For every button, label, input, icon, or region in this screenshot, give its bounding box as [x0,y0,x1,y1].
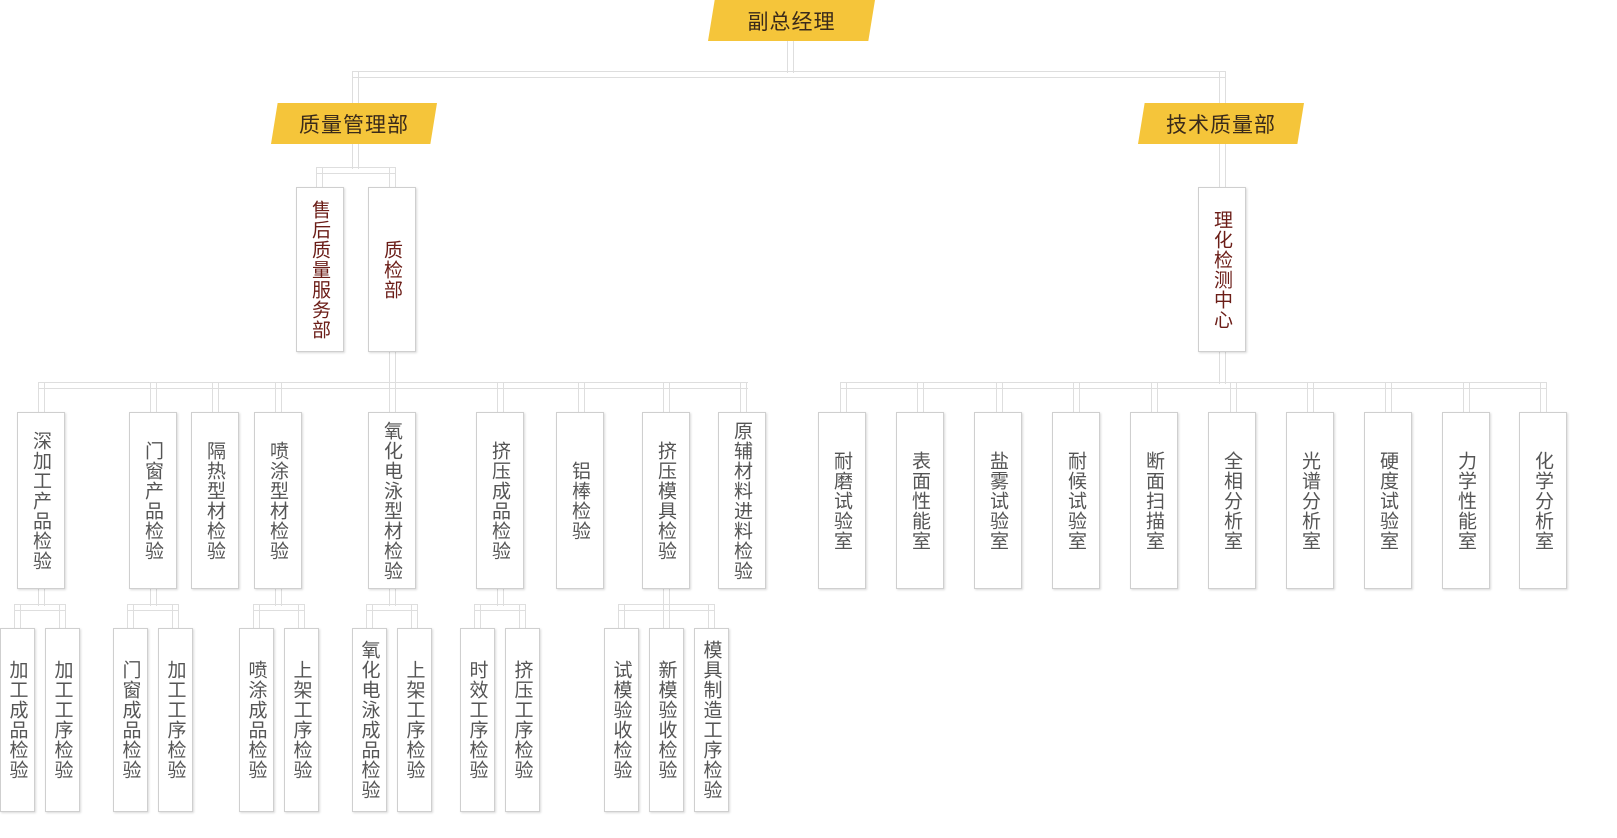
sub-unit-label: 上架工序检验 [403,660,426,780]
lab-center-label: 理化检测中心 [1211,209,1233,330]
lab-room-box: 全相分析室 [1208,412,1256,589]
unit-box: 隔热型材检验 [191,412,239,589]
sub-unit-label: 时效工序检验 [466,660,489,780]
sub-unit-box: 喷涂成品检验 [239,628,274,812]
sub-unit-label: 喷涂成品检验 [245,660,268,780]
node-inspection: 质检部 [368,187,416,352]
unit-label: 深加工产品检验 [30,430,52,571]
inspection-label: 质检部 [381,239,403,300]
unit-box: 挤压模具检验 [642,412,690,589]
lab-room-label: 耐磨试验室 [831,450,853,551]
sub-unit-label: 氧化电泳成品检验 [358,640,381,800]
lab-room-box: 力学性能室 [1442,412,1490,589]
lab-room-box: 化学分析室 [1519,412,1567,589]
sub-unit-label: 挤压工序检验 [511,660,534,780]
lab-room-box: 表面性能室 [896,412,944,589]
sub-unit-box: 加工工序检验 [45,628,80,812]
sub-unit-label: 新模验收检验 [655,660,678,780]
lab-room-box: 耐候试验室 [1052,412,1100,589]
dept-tech-label: 技术质量部 [1166,112,1276,137]
lab-room-label: 全相分析室 [1221,450,1243,551]
sub-unit-label: 门窗成品检验 [119,660,142,780]
lab-room-box: 耐磨试验室 [818,412,866,589]
sub-unit-box: 氧化电泳成品检验 [352,628,387,812]
node-lab-center: 理化检测中心 [1198,187,1246,352]
root-label: 副总经理 [747,9,836,34]
sub-unit-label: 加工工序检验 [51,660,74,780]
sub-unit-box: 门窗成品检验 [113,628,148,812]
unit-box: 原辅材料进料检验 [718,412,766,589]
sub-unit-box: 挤压工序检验 [505,628,540,812]
lab-room-label: 盐雾试验室 [987,450,1009,551]
root-node-deputy-gm: 副总经理 [708,0,875,41]
sub-unit-label: 加工工序检验 [164,660,187,780]
sub-unit-box: 试模验收检验 [604,628,639,812]
sub-unit-box: 加工工序检验 [158,628,193,812]
unit-label: 挤压模具检验 [655,440,677,561]
unit-label: 喷涂型材检验 [267,440,289,561]
sub-unit-label: 试模验收检验 [610,660,633,780]
unit-box: 深加工产品检验 [17,412,65,589]
unit-label: 挤压成品检验 [489,440,511,561]
sub-unit-box: 时效工序检验 [460,628,495,812]
lab-room-box: 光谱分析室 [1286,412,1334,589]
sub-unit-label: 上架工序检验 [290,660,313,780]
dept-quality-label: 质量管理部 [299,112,409,137]
sub-unit-box: 上架工序检验 [397,628,432,812]
unit-box: 喷涂型材检验 [254,412,302,589]
unit-box: 氧化电泳型材检验 [368,412,416,589]
sub-unit-box: 加工成品检验 [0,628,35,812]
sub-unit-label: 模具制造工序检验 [700,640,723,800]
node-after-sales: 售后质量服务部 [296,187,344,352]
lab-room-box: 硬度试验室 [1364,412,1412,589]
unit-label: 原辅材料进料检验 [731,420,753,581]
lab-room-label: 力学性能室 [1455,450,1477,551]
dept-tech-quality: 技术质量部 [1138,103,1304,144]
lab-room-label: 表面性能室 [909,450,931,551]
sub-unit-box: 新模验收检验 [649,628,684,812]
unit-box: 铝棒检验 [556,412,604,589]
lab-room-box: 盐雾试验室 [974,412,1022,589]
unit-box: 挤压成品检验 [476,412,524,589]
lab-room-label: 耐候试验室 [1065,450,1087,551]
lab-room-label: 硬度试验室 [1377,450,1399,551]
sub-unit-box: 模具制造工序检验 [694,628,729,812]
unit-box: 门窗产品检验 [129,412,177,589]
unit-label: 铝棒检验 [569,460,591,541]
unit-label: 隔热型材检验 [204,440,226,561]
unit-label: 氧化电泳型材检验 [381,420,403,581]
unit-label: 门窗产品检验 [142,440,164,561]
after-sales-label: 售后质量服务部 [309,199,331,340]
dept-quality-management: 质量管理部 [271,103,437,144]
lab-room-box: 断面扫描室 [1130,412,1178,589]
lab-room-label: 化学分析室 [1532,450,1554,551]
sub-unit-label: 加工成品检验 [6,660,29,780]
lab-room-label: 光谱分析室 [1299,450,1321,551]
sub-unit-box: 上架工序检验 [284,628,319,812]
lab-room-label: 断面扫描室 [1143,450,1165,551]
